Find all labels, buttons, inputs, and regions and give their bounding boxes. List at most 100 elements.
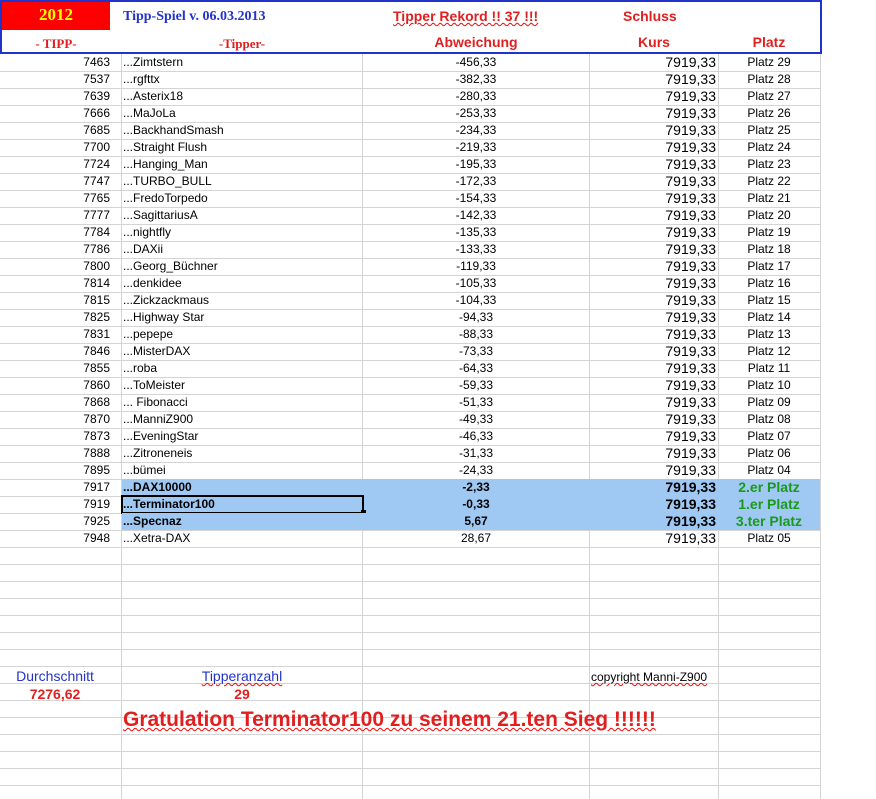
platz-cell[interactable]: Platz 13 — [719, 326, 819, 343]
tipp-cell[interactable]: 7747 — [0, 173, 110, 190]
kurs-cell[interactable]: 7919,33 — [590, 275, 716, 292]
tipper-count-value[interactable]: 29 — [172, 686, 312, 703]
tipper-cell[interactable]: ...Asterix18 — [123, 88, 359, 105]
abweichung-cell[interactable]: -24,33 — [363, 462, 589, 479]
platz-cell[interactable]: Platz 06 — [719, 445, 819, 462]
abweichung-cell[interactable]: -64,33 — [363, 360, 589, 377]
platz-cell[interactable]: Platz 27 — [719, 88, 819, 105]
abweichung-cell[interactable]: -133,33 — [363, 241, 589, 258]
average-value[interactable]: 7276,62 — [0, 686, 110, 703]
kurs-cell[interactable]: 7919,33 — [590, 496, 716, 513]
table-row[interactable]: 7765 ...FredoTorpedo -154,33 7919,33 Platz 2… — [0, 190, 820, 207]
platz-cell[interactable]: Platz 05 — [719, 530, 819, 547]
abweichung-cell[interactable]: -49,33 — [363, 411, 589, 428]
abweichung-cell[interactable]: -456,33 — [363, 54, 589, 71]
platz-cell[interactable]: Platz 07 — [719, 428, 819, 445]
tipper-cell[interactable]: ... Fibonacci — [123, 394, 359, 411]
tipp-cell[interactable]: 7873 — [0, 428, 110, 445]
abweichung-cell[interactable]: -31,33 — [363, 445, 589, 462]
tipp-cell[interactable]: 7685 — [0, 122, 110, 139]
kurs-cell[interactable]: 7919,33 — [590, 71, 716, 88]
tipper-cell[interactable]: ...FredoTorpedo — [123, 190, 359, 207]
tipper-cell[interactable]: ...Highway Star — [123, 309, 359, 326]
abweichung-cell[interactable]: -88,33 — [363, 326, 589, 343]
kurs-cell[interactable]: 7919,33 — [590, 326, 716, 343]
kurs-cell[interactable]: 7919,33 — [590, 105, 716, 122]
tipper-cell[interactable]: ...EveningStar — [123, 428, 359, 445]
tipper-cell[interactable]: ...pepepe — [123, 326, 359, 343]
tipper-cell[interactable]: ...Zitroneneis — [123, 445, 359, 462]
tipp-cell[interactable]: 7925 — [0, 513, 110, 530]
kurs-cell[interactable]: 7919,33 — [590, 513, 716, 530]
tipp-cell[interactable]: 7831 — [0, 326, 110, 343]
platz-cell[interactable]: 1.er Platz — [719, 496, 819, 513]
abweichung-cell[interactable]: -195,33 — [363, 156, 589, 173]
copyright-note[interactable]: copyright Manni-Z900 — [591, 669, 707, 686]
tipper-cell[interactable]: ...roba — [123, 360, 359, 377]
platz-cell[interactable]: Platz 14 — [719, 309, 819, 326]
table-row[interactable]: 7777 ...SagittariusA -142,33 7919,33 Platz 2… — [0, 207, 820, 224]
kurs-cell[interactable]: 7919,33 — [590, 88, 716, 105]
kurs-cell[interactable]: 7919,33 — [590, 258, 716, 275]
platz-cell[interactable]: Platz 18 — [719, 241, 819, 258]
platz-cell[interactable]: Platz 17 — [719, 258, 819, 275]
column-header-abweichung[interactable]: Abweichung — [363, 34, 589, 51]
kurs-cell[interactable]: 7919,33 — [590, 462, 716, 479]
tipp-cell[interactable]: 7815 — [0, 292, 110, 309]
abweichung-cell[interactable]: -172,33 — [363, 173, 589, 190]
kurs-cell[interactable]: 7919,33 — [590, 224, 716, 241]
tipper-cell[interactable]: ...Georg_Büchner — [123, 258, 359, 275]
abweichung-cell[interactable]: -119,33 — [363, 258, 589, 275]
table-row[interactable]: 7814 ...denkidee -105,33 7919,33 Platz 16 — [0, 275, 820, 292]
table-row[interactable]: 7800 ...Georg_Büchner -119,33 7919,33 Platz … — [0, 258, 820, 275]
platz-cell[interactable]: Platz 21 — [719, 190, 819, 207]
abweichung-cell[interactable]: -51,33 — [363, 394, 589, 411]
column-header-tipp[interactable]: - TIPP- — [2, 35, 110, 52]
kurs-cell[interactable]: 7919,33 — [590, 479, 716, 496]
platz-cell[interactable]: Platz 11 — [719, 360, 819, 377]
table-row[interactable]: 7831 ...pepepe -88,33 7919,33 Platz 13 — [0, 326, 820, 343]
table-row[interactable]: 7724 ...Hanging_Man -195,33 7919,33 Platz 23 — [0, 156, 820, 173]
spreadsheet-grid[interactable]: 2012 Tipp-Spiel v. 06.03.2013 Tipper Rek… — [0, 0, 876, 799]
table-row[interactable]: 7815 ...Zickzackmaus -104,33 7919,33 Platz 1… — [0, 292, 820, 309]
table-row[interactable]: 7868 ... Fibonacci -51,33 7919,33 Platz 09 — [0, 394, 820, 411]
platz-cell[interactable]: 2.er Platz — [719, 479, 819, 496]
tipp-cell[interactable]: 7919 — [0, 496, 110, 513]
kurs-cell[interactable]: 7919,33 — [590, 377, 716, 394]
average-label[interactable]: Durchschnitt — [0, 668, 110, 685]
tipper-cell[interactable]: ...bümei — [123, 462, 359, 479]
tipper-cell[interactable]: ...Straight Flush — [123, 139, 359, 156]
column-header-platz[interactable]: Platz — [719, 34, 819, 51]
tipper-cell[interactable]: ...SagittariusA — [123, 207, 359, 224]
table-row[interactable]: 7895 ...bümei -24,33 7919,33 Platz 04 — [0, 462, 820, 479]
platz-cell[interactable]: Platz 10 — [719, 377, 819, 394]
tipper-cell[interactable]: ...MaJoLa — [123, 105, 359, 122]
abweichung-cell[interactable]: -2,33 — [363, 479, 589, 496]
kurs-cell[interactable]: 7919,33 — [590, 411, 716, 428]
tipp-cell[interactable]: 7800 — [0, 258, 110, 275]
platz-cell[interactable]: 3.ter Platz — [719, 513, 819, 530]
platz-cell[interactable]: Platz 20 — [719, 207, 819, 224]
platz-cell[interactable]: Platz 09 — [719, 394, 819, 411]
tipp-cell[interactable]: 7786 — [0, 241, 110, 258]
tipp-cell[interactable]: 7870 — [0, 411, 110, 428]
table-row[interactable]: 7860 ...ToMeister -59,33 7919,33 Platz 10 — [0, 377, 820, 394]
platz-cell[interactable]: Platz 23 — [719, 156, 819, 173]
kurs-cell[interactable]: 7919,33 — [590, 241, 716, 258]
tipper-cell[interactable]: ...MisterDAX — [123, 343, 359, 360]
table-row[interactable]: 7870 ...ManniZ900 -49,33 7919,33 Platz 08 — [0, 411, 820, 428]
table-row[interactable]: 7948 ...Xetra-DAX 28,67 7919,33 Platz 05 — [0, 530, 820, 547]
kurs-cell[interactable]: 7919,33 — [590, 309, 716, 326]
tipp-cell[interactable]: 7724 — [0, 156, 110, 173]
table-row[interactable]: 7537 ...rgfttx -382,33 7919,33 Platz 28 — [0, 71, 820, 88]
platz-cell[interactable]: Platz 22 — [719, 173, 819, 190]
congratulation-banner[interactable]: Gratulation Terminator100 zu seinem 21.t… — [123, 707, 656, 733]
platz-cell[interactable]: Platz 19 — [719, 224, 819, 241]
tipp-cell[interactable]: 7860 — [0, 377, 110, 394]
tipp-cell[interactable]: 7463 — [0, 54, 110, 71]
tipp-cell[interactable]: 7765 — [0, 190, 110, 207]
platz-cell[interactable]: Platz 28 — [719, 71, 819, 88]
table-row[interactable]: 7919 ...Terminator100 -0,33 7919,33 1.er Pla… — [0, 495, 820, 515]
kurs-cell[interactable]: 7919,33 — [590, 394, 716, 411]
platz-cell[interactable]: Platz 04 — [719, 462, 819, 479]
